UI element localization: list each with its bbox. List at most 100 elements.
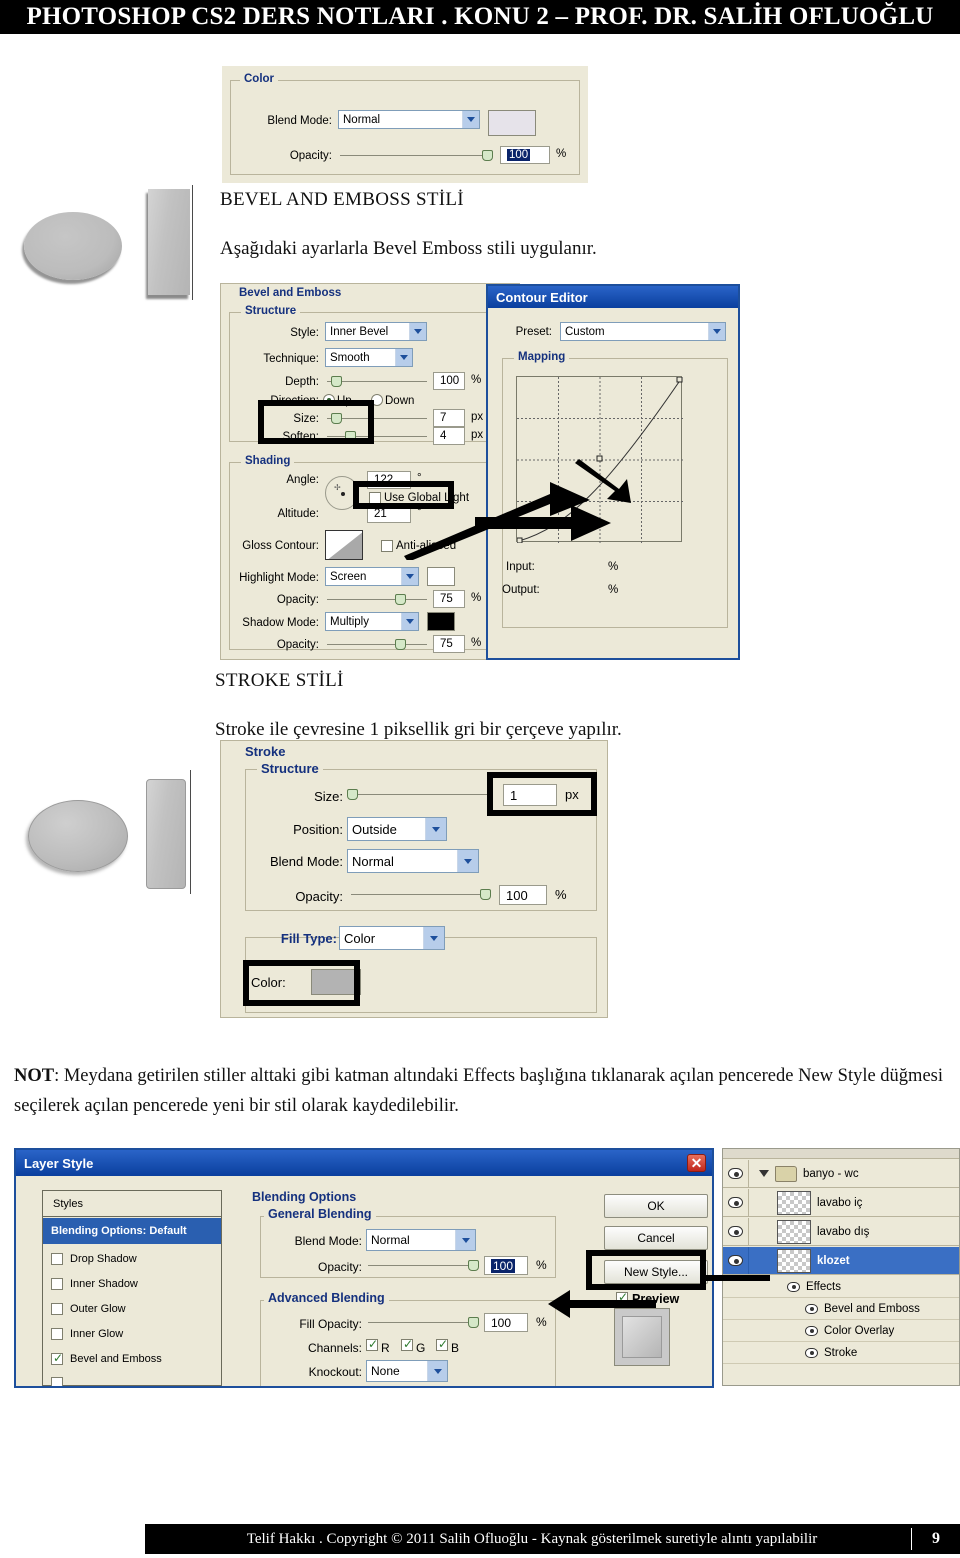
preview-checkbox[interactable] bbox=[616, 1290, 628, 1304]
chevron-down-icon[interactable] bbox=[423, 927, 444, 949]
chevron-down-icon[interactable] bbox=[708, 323, 725, 340]
styles-list-item-drop-shadow[interactable]: Drop Shadow bbox=[43, 1246, 221, 1271]
layer-style-titlebar[interactable]: Layer Style bbox=[16, 1150, 712, 1176]
channel-b-checkbox[interactable] bbox=[436, 1337, 448, 1351]
eye-icon[interactable] bbox=[805, 1303, 818, 1314]
eye-icon bbox=[728, 1197, 743, 1208]
chevron-down-icon[interactable] bbox=[427, 1361, 447, 1381]
bevel-depth-input[interactable]: 100 bbox=[433, 372, 465, 390]
ls-opacity-slider[interactable] bbox=[368, 1259, 479, 1271]
layer-thumbnail bbox=[777, 1248, 811, 1273]
knockout-combo[interactable]: None bbox=[366, 1360, 448, 1382]
layers-effect-bevel-and-emboss[interactable]: Bevel and Emboss bbox=[723, 1298, 959, 1320]
chevron-down-icon[interactable] bbox=[395, 349, 412, 366]
layers-effect-color-overlay[interactable]: Color Overlay bbox=[723, 1320, 959, 1342]
visibility-toggle[interactable] bbox=[723, 1160, 749, 1187]
drop-shadow-checkbox[interactable] bbox=[51, 1252, 63, 1265]
bevel-technique-combo[interactable]: Smooth bbox=[325, 348, 413, 367]
sample-rect-stroke bbox=[146, 779, 186, 889]
opacity-input[interactable]: 100 bbox=[500, 146, 550, 164]
visibility-toggle[interactable] bbox=[723, 1218, 749, 1245]
inner-glow-checkbox[interactable] bbox=[51, 1327, 63, 1340]
close-icon[interactable]: ✕ bbox=[687, 1154, 706, 1172]
next-style-checkbox[interactable] bbox=[51, 1377, 63, 1386]
anti-aliased-checkbox[interactable] bbox=[381, 540, 393, 552]
ls-opacity-input[interactable]: 100 bbox=[484, 1256, 528, 1275]
ls-blend-mode-combo[interactable]: Normal bbox=[366, 1229, 476, 1251]
styles-list-item-bevel-and-emboss[interactable]: Bevel and Emboss bbox=[43, 1346, 221, 1371]
highlight-opacity-slider[interactable] bbox=[327, 593, 427, 605]
layers-effect-stroke[interactable]: Stroke bbox=[723, 1342, 959, 1364]
chevron-down-icon[interactable] bbox=[401, 613, 418, 630]
shadow-opacity-slider[interactable] bbox=[327, 638, 427, 650]
effect-label: Stroke bbox=[824, 1346, 858, 1359]
visibility-toggle[interactable] bbox=[723, 1247, 749, 1274]
fill-opacity-label: Fill Opacity: bbox=[299, 1317, 362, 1331]
fill-type-combo[interactable]: Color bbox=[339, 926, 445, 950]
chevron-down-icon[interactable] bbox=[462, 111, 479, 128]
bevel-size-input[interactable]: 7 bbox=[433, 409, 465, 427]
sample-ellipse-stroke bbox=[28, 800, 128, 872]
inner-shadow-checkbox[interactable] bbox=[51, 1277, 63, 1290]
layers-row-lavabo-ic[interactable]: lavabo iç bbox=[723, 1189, 959, 1217]
bevel-and-emboss-checkbox[interactable] bbox=[51, 1351, 63, 1365]
styles-list-item-inner-shadow[interactable]: Inner Shadow bbox=[43, 1271, 221, 1296]
contour-curve-graph[interactable] bbox=[516, 376, 683, 544]
styles-list-item-inner-glow[interactable]: Inner Glow bbox=[43, 1321, 221, 1346]
chevron-down-icon[interactable] bbox=[457, 850, 478, 872]
stroke-color-highlight-box bbox=[243, 960, 360, 1006]
styles-list-item-next[interactable] bbox=[43, 1373, 221, 1386]
layers-row-klozet[interactable]: klozet bbox=[723, 1247, 959, 1275]
chevron-down-icon[interactable] bbox=[401, 568, 418, 585]
bevel-style-combo[interactable]: Inner Bevel bbox=[325, 322, 427, 341]
shadow-opacity-input[interactable]: 75 bbox=[433, 635, 465, 653]
eye-icon[interactable] bbox=[787, 1281, 800, 1292]
fill-opacity-input[interactable]: 100 bbox=[484, 1313, 528, 1332]
styles-list-item-blending-options[interactable]: Blending Options: Default bbox=[43, 1218, 221, 1244]
eye-icon[interactable] bbox=[805, 1325, 818, 1336]
shadow-mode-combo[interactable]: Multiply bbox=[325, 612, 419, 631]
knockout-label: Knockout: bbox=[308, 1365, 362, 1379]
opacity-slider[interactable] bbox=[340, 149, 493, 161]
fill-opacity-slider[interactable] bbox=[368, 1316, 479, 1328]
stroke-position-combo[interactable]: Outside bbox=[347, 817, 447, 841]
styles-list[interactable]: Styles Blending Options: Default Drop Sh… bbox=[42, 1190, 222, 1386]
layers-row-group[interactable]: banyo - wc bbox=[723, 1160, 959, 1188]
layers-effects-row[interactable]: Effects bbox=[723, 1276, 959, 1298]
contour-editor-dialog: Contour Editor Preset: Custom Mapping In… bbox=[486, 284, 740, 660]
bevel-body-text: Aşağıdaki ayarlarla Bevel Emboss stili u… bbox=[220, 238, 597, 259]
stroke-size-slider[interactable] bbox=[347, 788, 487, 800]
color-swatch[interactable] bbox=[488, 110, 536, 136]
channel-r-checkbox[interactable] bbox=[366, 1337, 378, 1351]
highlight-color-swatch[interactable] bbox=[427, 567, 455, 586]
fill-type-value: Color bbox=[344, 930, 376, 946]
stroke-opacity-slider[interactable] bbox=[351, 888, 491, 900]
channel-g-checkbox[interactable] bbox=[401, 1337, 413, 1351]
chevron-down-icon[interactable] bbox=[759, 1170, 769, 1177]
chevron-down-icon[interactable] bbox=[425, 818, 446, 840]
cancel-button[interactable]: Cancel bbox=[604, 1226, 708, 1250]
gloss-contour-preview[interactable] bbox=[325, 530, 363, 560]
highlight-opacity-input[interactable]: 75 bbox=[433, 590, 465, 608]
preset-combo[interactable]: Custom bbox=[560, 322, 726, 341]
bevel-size-value: 7 bbox=[440, 412, 447, 424]
styles-list-item-outer-glow[interactable]: Outer Glow bbox=[43, 1296, 221, 1321]
stroke-blend-mode-combo[interactable]: Normal bbox=[347, 849, 479, 873]
chevron-down-icon[interactable] bbox=[409, 323, 426, 340]
visibility-toggle[interactable] bbox=[723, 1189, 749, 1216]
preset-value: Custom bbox=[565, 325, 605, 338]
ok-button[interactable]: OK bbox=[604, 1194, 708, 1218]
layer-name: lavabo dış bbox=[817, 1225, 870, 1238]
blend-mode-combo[interactable]: Normal bbox=[338, 110, 480, 129]
chevron-down-icon[interactable] bbox=[455, 1230, 475, 1250]
note-body-text: : Meydana getirilen stiller alttaki gibi… bbox=[14, 1066, 943, 1116]
shadow-color-swatch[interactable] bbox=[427, 612, 455, 631]
outer-glow-checkbox[interactable] bbox=[51, 1302, 63, 1315]
highlight-mode-combo[interactable]: Screen bbox=[325, 567, 419, 586]
sample-guide-line-2 bbox=[190, 770, 191, 894]
eye-icon[interactable] bbox=[805, 1347, 818, 1358]
bevel-depth-slider[interactable] bbox=[327, 375, 427, 387]
bevel-soften-input[interactable]: 4 bbox=[433, 427, 465, 445]
stroke-opacity-input[interactable]: 100 bbox=[499, 885, 547, 905]
layers-row-lavabo-dis[interactable]: lavabo dış bbox=[723, 1218, 959, 1246]
